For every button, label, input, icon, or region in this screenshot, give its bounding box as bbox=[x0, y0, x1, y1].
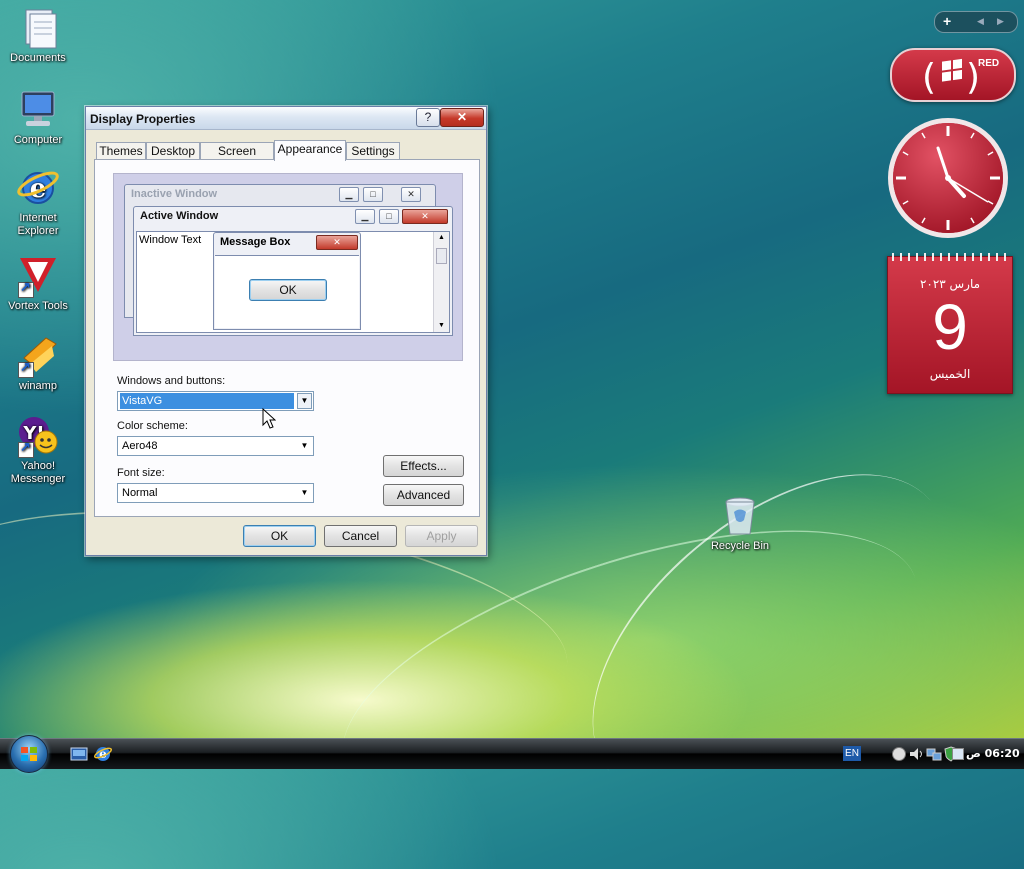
tray-window-icon[interactable] bbox=[952, 748, 964, 760]
tab-screen-saver[interactable]: Screen Saver bbox=[200, 142, 274, 175]
advanced-button[interactable]: Advanced bbox=[383, 484, 464, 506]
svg-text:(: ( bbox=[922, 57, 936, 97]
tray-smiley-icon[interactable] bbox=[892, 747, 906, 761]
desktop-icon-label: Computer bbox=[13, 134, 63, 146]
desktop-icon-label: Yahoo! Messenger bbox=[10, 460, 66, 485]
language-indicator[interactable]: EN bbox=[843, 746, 861, 761]
desktop-icon-label: Internet Explorer bbox=[17, 212, 59, 237]
close-button[interactable]: ✕ bbox=[440, 108, 484, 127]
minimize-icon: ▁ bbox=[339, 187, 359, 202]
preview-inactive-title: Inactive Window bbox=[131, 188, 218, 200]
desktop-icon-recycle-bin[interactable]: Recycle Bin bbox=[702, 494, 778, 553]
close-icon: ✕ bbox=[401, 187, 421, 202]
windows-logo-icon bbox=[21, 747, 37, 761]
preview-message-body: OK bbox=[215, 255, 359, 328]
start-button[interactable] bbox=[10, 735, 48, 773]
ok-button[interactable]: OK bbox=[243, 525, 316, 547]
yahoo-icon: Y! bbox=[16, 414, 60, 458]
tab-settings[interactable]: Settings bbox=[346, 142, 400, 160]
desktop-icon-vortex-tools[interactable]: Vortex Tools bbox=[0, 254, 76, 313]
font-size-value: Normal bbox=[122, 487, 158, 499]
desktop-icon-yahoo-messenger[interactable]: Y! Yahoo! Messenger bbox=[0, 414, 76, 486]
dialog-titlebar[interactable]: Display Properties ? ✕ bbox=[86, 107, 486, 130]
maximize-icon: □ bbox=[379, 209, 399, 224]
windows-buttons-value: VistaVG bbox=[120, 393, 294, 409]
vortex-icon bbox=[16, 254, 60, 298]
clock-time[interactable]: 06:20 ص bbox=[966, 747, 1020, 760]
sidebar-controls: + ◀ ▶ bbox=[934, 11, 1018, 33]
ie-icon: e bbox=[16, 166, 60, 210]
appearance-preview: Inactive Window ▁ □ ✕ Active Window ▁ □ … bbox=[113, 173, 463, 361]
display-properties-dialog: Display Properties ? ✕ Themes Desktop Sc… bbox=[85, 106, 487, 556]
chevron-down-icon: ▼ bbox=[300, 488, 309, 497]
taskbar: e EN 06:20 ص bbox=[0, 735, 1024, 773]
tab-themes[interactable]: Themes bbox=[96, 142, 146, 160]
preview-message-box: Message Box ✕ OK bbox=[213, 232, 361, 330]
maximize-icon: □ bbox=[363, 187, 383, 202]
previous-page-button[interactable]: ◀ bbox=[977, 16, 984, 27]
recycle-bin-icon bbox=[718, 494, 762, 538]
ie-quicklaunch-icon[interactable]: e bbox=[94, 745, 112, 763]
color-scheme-select[interactable]: Aero48 ▼ bbox=[117, 436, 314, 456]
desktop-icon-documents[interactable]: Documents bbox=[0, 6, 76, 65]
desktop-icon-winamp[interactable]: winamp bbox=[0, 334, 76, 393]
help-button[interactable]: ? bbox=[416, 108, 440, 127]
desktop-icon-label: winamp bbox=[19, 380, 57, 392]
desktop-icon-label: Recycle Bin bbox=[710, 540, 770, 552]
desktop-icon-label: Vortex Tools bbox=[8, 300, 68, 312]
red-logo-gadget[interactable]: ( ) RED bbox=[890, 48, 1016, 102]
next-page-button[interactable]: ▶ bbox=[997, 16, 1004, 27]
clock-gadget[interactable] bbox=[886, 116, 1010, 240]
close-icon: ✕ bbox=[402, 209, 448, 224]
font-size-label: Font size: bbox=[117, 467, 165, 479]
preview-window-text: Window Text bbox=[139, 234, 202, 246]
close-icon: ✕ bbox=[316, 235, 358, 250]
network-icon[interactable] bbox=[926, 746, 942, 762]
calendar-gadget[interactable]: مارس ٢٠٢٣ 9 الخميس bbox=[887, 253, 1013, 394]
show-desktop-icon[interactable] bbox=[70, 746, 88, 762]
tab-appearance[interactable]: Appearance bbox=[274, 140, 346, 161]
color-scheme-label: Color scheme: bbox=[117, 420, 188, 432]
desktop-icon-label: Documents bbox=[10, 52, 66, 64]
chevron-down-icon: ▼ bbox=[297, 393, 312, 409]
shortcut-arrow-icon bbox=[18, 440, 34, 458]
cancel-button[interactable]: Cancel bbox=[324, 525, 397, 547]
calendar-weekday: الخميس bbox=[929, 367, 971, 381]
computer-icon bbox=[16, 88, 60, 132]
desktop-icon-internet-explorer[interactable]: e Internet Explorer bbox=[0, 166, 76, 238]
windows-buttons-label: Windows and buttons: bbox=[117, 375, 226, 387]
color-scheme-value: Aero48 bbox=[122, 440, 158, 452]
desktop-icon-computer[interactable]: Computer bbox=[0, 88, 76, 147]
windows-buttons-select[interactable]: VistaVG ▼ bbox=[117, 391, 314, 411]
preview-scrollbar: ▲ ▼ bbox=[433, 232, 449, 332]
mouse-cursor-icon bbox=[262, 408, 276, 429]
add-gadget-button[interactable]: + bbox=[943, 13, 951, 29]
tab-desktop[interactable]: Desktop bbox=[146, 142, 200, 160]
font-size-select[interactable]: Normal ▼ bbox=[117, 483, 314, 503]
winamp-icon bbox=[16, 334, 60, 378]
volume-icon[interactable] bbox=[908, 746, 924, 762]
minimize-icon: ▁ bbox=[355, 209, 375, 224]
shortcut-arrow-icon bbox=[18, 280, 34, 298]
calendar-day: 9 bbox=[932, 291, 968, 363]
shortcut-arrow-icon bbox=[18, 360, 34, 378]
apply-button[interactable]: Apply bbox=[405, 525, 478, 547]
dialog-title: Display Properties bbox=[90, 112, 196, 126]
appearance-panel: Inactive Window ▁ □ ✕ Active Window ▁ □ … bbox=[94, 159, 480, 517]
documents-icon bbox=[16, 6, 60, 50]
red-label: RED bbox=[978, 58, 1000, 69]
chevron-down-icon: ▼ bbox=[300, 441, 309, 450]
effects-button[interactable]: Effects... bbox=[383, 455, 464, 477]
calendar-binding bbox=[892, 253, 1008, 261]
preview-ok-button: OK bbox=[249, 279, 327, 301]
calendar-month: مارس ٢٠٢٣ bbox=[919, 277, 981, 291]
